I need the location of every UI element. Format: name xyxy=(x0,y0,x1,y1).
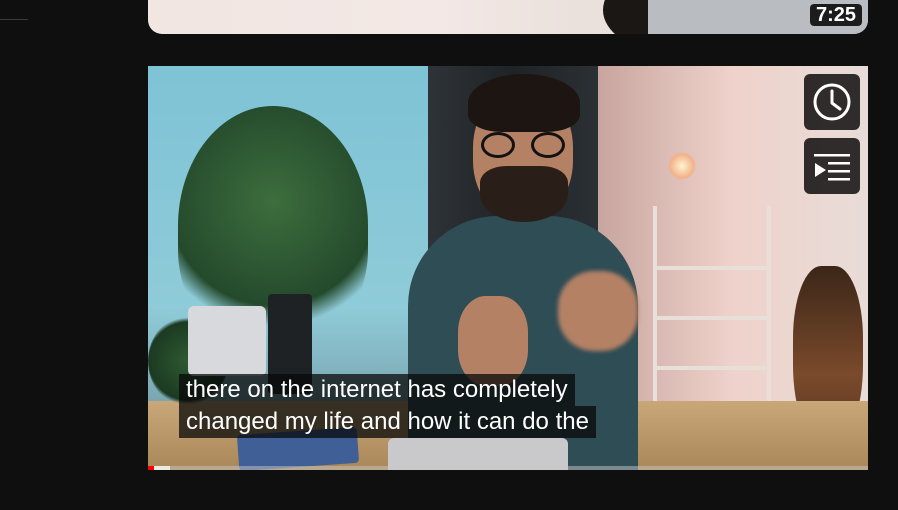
video-thumbnail-preview[interactable]: there on the internet has completely cha… xyxy=(148,66,868,470)
sidebar-divider xyxy=(0,19,28,20)
progress-buffered xyxy=(154,466,170,470)
scene-shelf xyxy=(653,206,771,426)
person-hand xyxy=(558,271,638,351)
person-hair xyxy=(468,74,580,132)
add-to-queue-button[interactable] xyxy=(804,138,860,194)
person-glasses xyxy=(481,132,565,158)
caption-line: changed my life and how it can do the xyxy=(179,406,596,438)
video-duration-badge: 7:25 xyxy=(809,4,862,26)
scene-computer xyxy=(188,306,266,376)
captions: there on the internet has completely cha… xyxy=(179,374,596,438)
watch-later-button[interactable] xyxy=(804,74,860,130)
progress-played xyxy=(148,466,154,470)
previous-video-thumbnail[interactable]: 7:25 xyxy=(148,0,868,34)
clock-icon xyxy=(813,83,851,121)
person-beard xyxy=(480,166,568,222)
person-hand xyxy=(458,296,528,386)
scene-lamp xyxy=(668,152,696,180)
add-to-queue-icon xyxy=(814,154,850,181)
caption-line: there on the internet has completely xyxy=(179,374,575,406)
progress-bar[interactable] xyxy=(148,466,868,470)
